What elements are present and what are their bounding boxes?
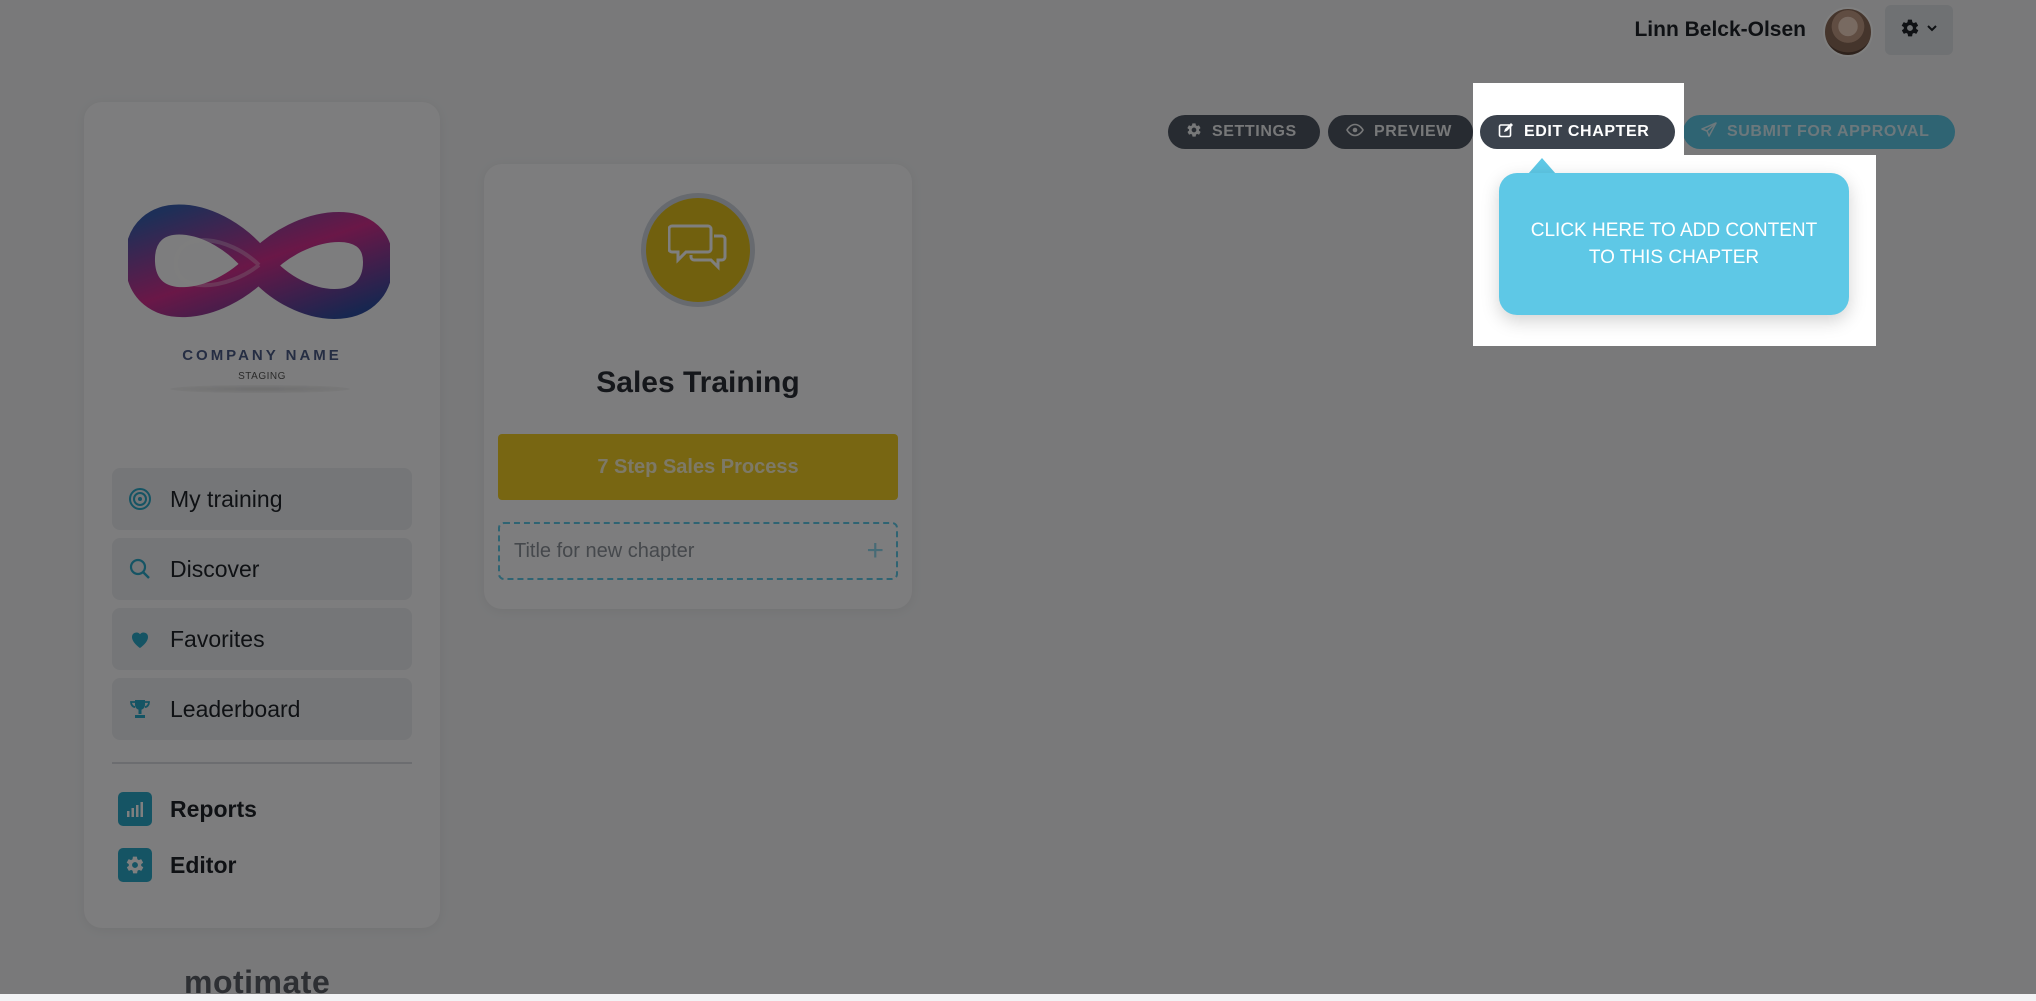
onboarding-tooltip[interactable]: CLICK HERE TO ADD CONTENT TO THIS CHAPTE… <box>1499 173 1849 315</box>
edit-chapter-label: EDIT CHAPTER <box>1524 123 1650 140</box>
tooltip-arrow <box>1528 158 1556 174</box>
edit-chapter-button[interactable]: EDIT CHAPTER <box>1480 115 1675 149</box>
onboarding-overlay <box>0 0 2036 994</box>
edit-icon <box>1498 122 1514 143</box>
